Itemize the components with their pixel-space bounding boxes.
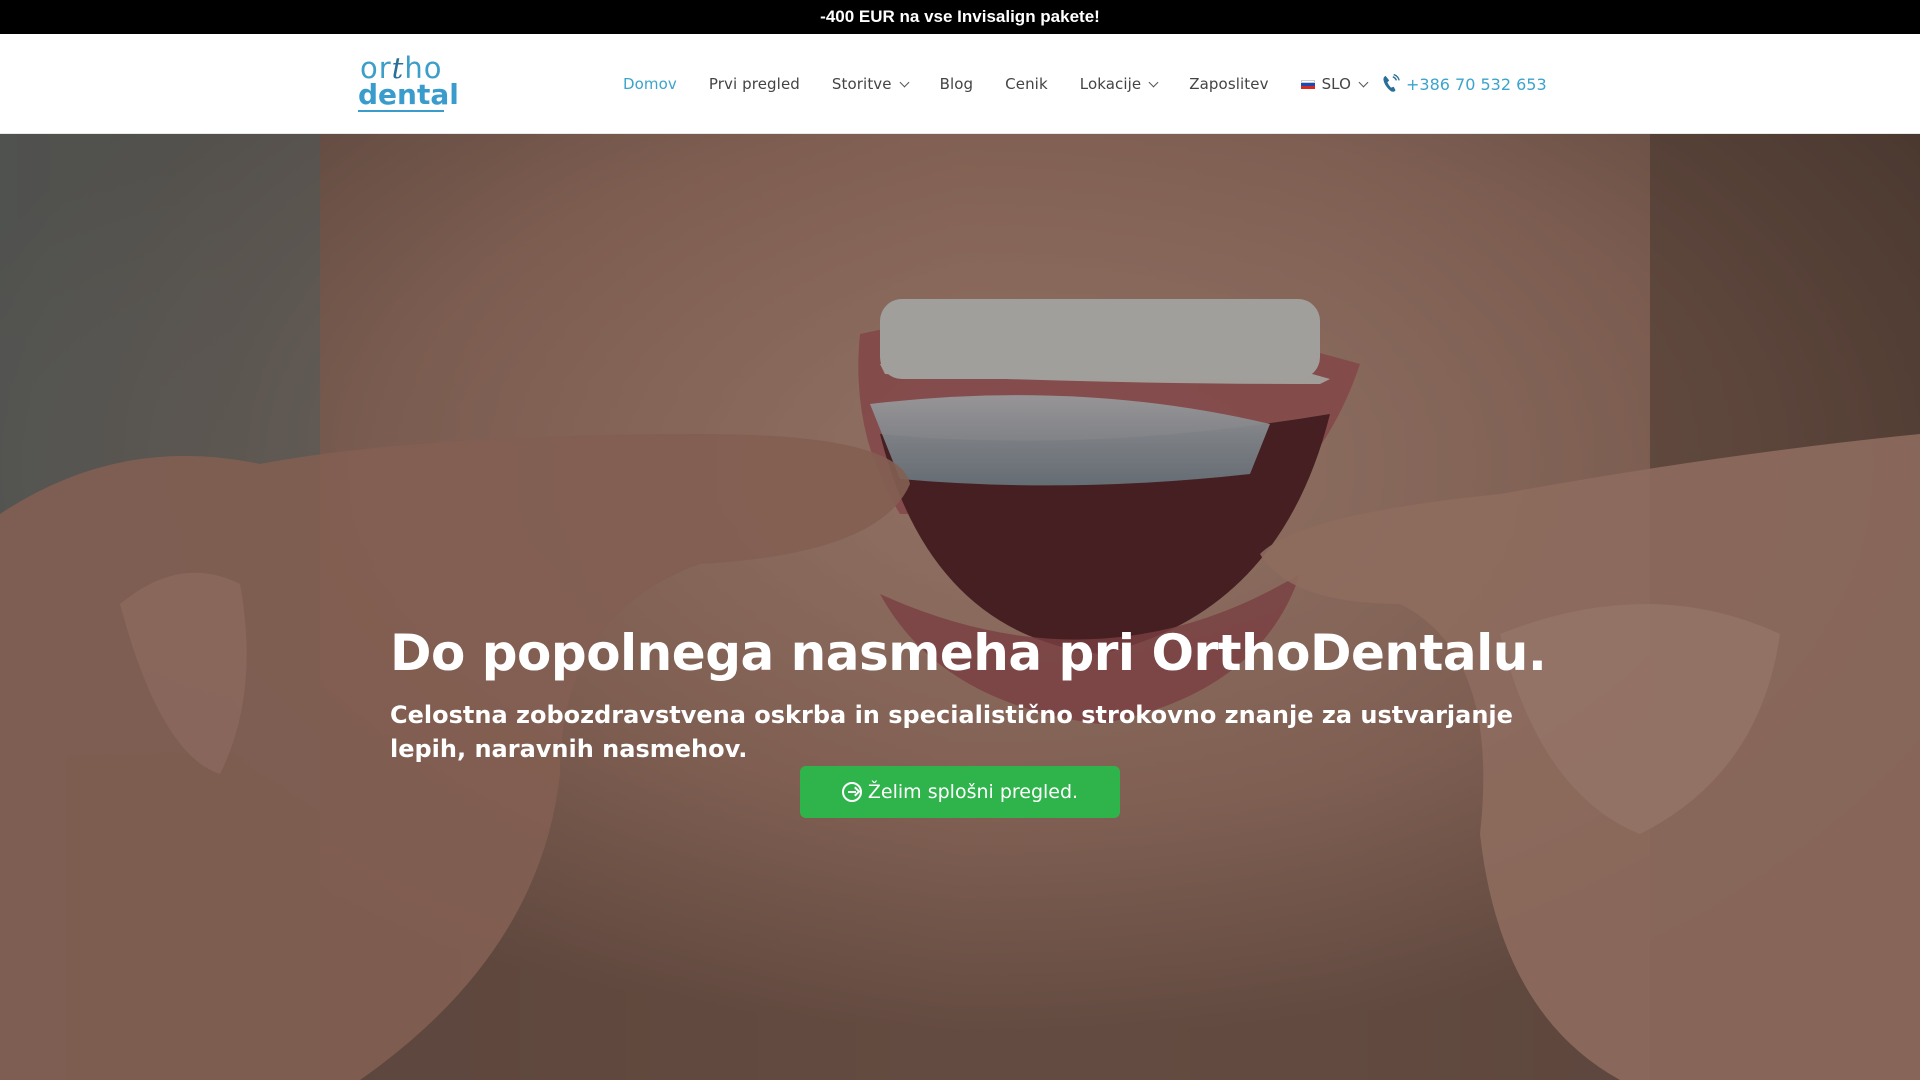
nav-item-storitve[interactable]: Storitve [831,75,910,93]
logo-line-2: dental [358,78,459,112]
promo-bar[interactable]: -400 EUR na vse Invisalign pakete! [0,0,1920,34]
chevron-down-icon [899,77,910,87]
nav-item-domov[interactable]: Domov [623,75,677,93]
nav-item-blog[interactable]: Blog [940,75,974,93]
language-label: SLO [1321,75,1352,93]
promo-text: -400 EUR na vse Invisalign pakete! [820,7,1100,26]
ortho-dental-logo[interactable]: ortho dental [358,54,459,116]
hero-title: Do popolnega nasmeha pri OrthoDentalu. [390,624,1547,682]
nav-item-cenik[interactable]: Cenik [1005,75,1048,93]
nav-item-prvi-pregled[interactable]: Prvi pregled [709,75,800,93]
chevron-down-icon [1148,77,1159,87]
phone-link[interactable]: +386 70 532 653 [1382,34,1547,134]
hero-dark-overlay [0,134,1920,1080]
book-checkup-button[interactable]: Želim splošni pregled. [800,766,1120,818]
nav-item-lokacije[interactable]: Lokacije [1079,75,1159,93]
main-nav: Domov Prvi pregled Storitve Blog Cenik L… [623,34,1399,134]
phone-icon [1383,74,1400,92]
nav-item-label: Prvi pregled [708,75,800,93]
nav-item-label: Cenik [1005,75,1048,93]
nav-item-label: Zaposlitev [1189,75,1269,93]
nav-item-label: Blog [939,75,974,93]
hero-subtitle: Celostna zobozdravstvena oskrba in speci… [390,701,1513,763]
nav-item-zaposlitev[interactable]: Zaposlitev [1189,75,1268,93]
site-header: ortho dental Domov Prvi pregled Storitve… [0,34,1920,134]
language-switcher[interactable]: SLO [1300,75,1369,93]
cta-label: Želim splošni pregled. [867,781,1079,803]
phone-number: +386 70 532 653 [1406,74,1547,94]
chevron-down-icon [1358,77,1369,87]
nav-item-label: Storitve [831,75,892,93]
nav-item-label: Lokacije [1079,75,1142,93]
hero-section: Do popolnega nasmeha pri OrthoDentalu. C… [0,134,1920,1080]
nav-item-label: Domov [623,75,677,93]
arrow-circle-right-icon [841,782,862,802]
slovenia-flag-icon [1300,79,1315,89]
